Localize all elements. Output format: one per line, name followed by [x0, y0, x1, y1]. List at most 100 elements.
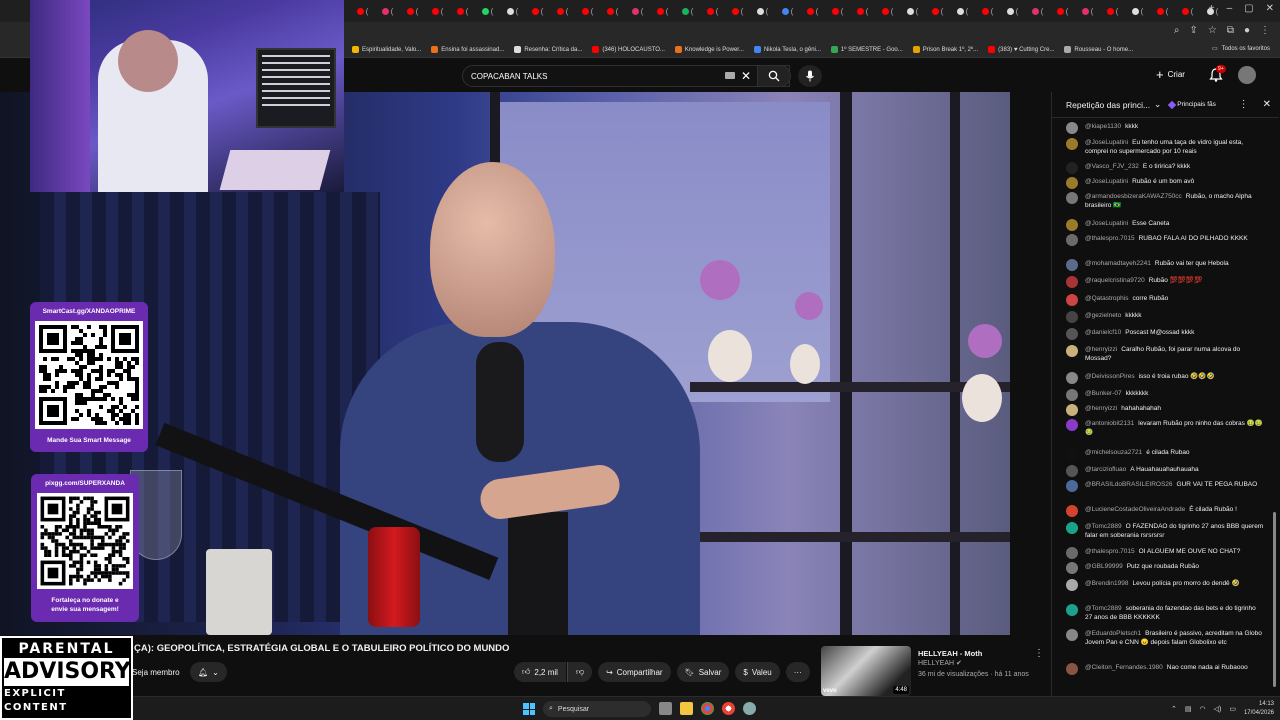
chat-mode-label[interactable]: Repetição das princi...: [1066, 100, 1150, 110]
chat-message[interactable]: @JoseLupatini Rubão é um bom avô: [1066, 177, 1264, 189]
chat-author[interactable]: @Cleiton_Fernandes.1980: [1085, 664, 1163, 671]
battery-icon[interactable]: ▭: [1229, 705, 1236, 713]
bookmark-item[interactable]: (383) ♥ Cutting Cre...: [988, 46, 1054, 53]
chat-avatar[interactable]: [1066, 404, 1078, 416]
share-icon[interactable]: ⇪: [1189, 25, 1197, 36]
chat-avatar[interactable]: [1066, 219, 1078, 231]
chat-avatar[interactable]: [1066, 480, 1078, 492]
keyboard-icon[interactable]: [725, 72, 735, 79]
browser-tab[interactable]: (: [825, 3, 850, 19]
browser-tab[interactable]: (: [725, 3, 750, 19]
chat-avatar[interactable]: [1066, 328, 1078, 340]
browser-tab[interactable]: (: [500, 3, 525, 19]
language-icon[interactable]: ▤: [1185, 705, 1192, 713]
chat-message[interactable]: @JoseLupatini Esse Caneta: [1066, 219, 1264, 231]
recommended-menu-icon[interactable]: ⋮: [1034, 648, 1044, 659]
chat-avatar[interactable]: [1066, 562, 1078, 574]
browser-tab[interactable]: (: [925, 3, 950, 19]
chat-avatar[interactable]: [1066, 372, 1078, 384]
bookmark-item[interactable]: Knowledge is Power...: [674, 46, 744, 53]
maximize-icon[interactable]: ▢: [1244, 3, 1253, 14]
chat-message[interactable]: @JoseLupatini Eu tenho uma taça de vidro …: [1066, 138, 1264, 156]
chat-avatar[interactable]: [1066, 629, 1078, 641]
chat-message[interactable]: @mohamadtayeh2241 Rubão vai ter que Hebol…: [1066, 259, 1264, 271]
browser-tab[interactable]: (: [575, 3, 600, 19]
browser-tab[interactable]: (: [800, 3, 825, 19]
chat-avatar[interactable]: [1066, 547, 1078, 559]
bookmark-item[interactable]: (346) HOLOCAUSTO...: [592, 46, 665, 53]
browser-tab[interactable]: (: [375, 3, 400, 19]
chat-author[interactable]: @Tomc2889: [1085, 523, 1122, 530]
chat-avatar[interactable]: [1066, 663, 1078, 675]
browser-tab[interactable]: (: [350, 3, 375, 19]
search-button[interactable]: [757, 65, 791, 87]
chat-author[interactable]: @JoseLupatini: [1085, 178, 1128, 185]
browser-tab[interactable]: (: [675, 3, 700, 19]
chat-message[interactable]: @Tomc2889 soberania do fazendao das bets …: [1066, 604, 1264, 622]
chat-message[interactable]: @BRASILdoBRASILEIROS26 GUR VAI TE PEGA RU…: [1066, 480, 1264, 492]
browser-tab[interactable]: (: [850, 3, 875, 19]
browser-tab[interactable]: (: [700, 3, 725, 19]
bookmark-item[interactable]: Ensina foi assassinad...: [431, 46, 504, 53]
clock[interactable]: 14:13 17/04/2026: [1244, 700, 1274, 718]
chat-avatar[interactable]: [1066, 505, 1078, 517]
chat-message[interactable]: @Brendin1998 Levou polícia pro morro do d…: [1066, 579, 1264, 591]
save-button[interactable]: 🔖︎ Salvar: [676, 662, 730, 682]
bookmark-item[interactable]: Rousseau - O home...: [1064, 46, 1133, 53]
browser-tab[interactable]: (: [1025, 3, 1050, 19]
chat-author[interactable]: @Tomc2889: [1085, 605, 1122, 612]
chat-avatar[interactable]: [1066, 389, 1078, 401]
bookmark-item[interactable]: 1º SEMESTRE - Goo...: [830, 46, 903, 53]
chat-author[interactable]: @henryizzi: [1085, 346, 1117, 353]
thanks-button[interactable]: $ Valeu: [735, 662, 780, 682]
minimize-icon[interactable]: –: [1227, 3, 1233, 14]
browser-tab[interactable]: (: [950, 3, 975, 19]
chat-scrollbar[interactable]: [1273, 512, 1276, 687]
chat-message[interactable]: @Tomc2889 O FAZENDAO do tigrinho 27 anos …: [1066, 522, 1264, 540]
bookmark-item[interactable]: Resenha: Crítica da...: [514, 46, 582, 53]
chat-message[interactable]: @henryizzi Caralho Rubão, foi parar numa …: [1066, 345, 1264, 363]
close-window-icon[interactable]: ✕: [1266, 3, 1274, 14]
windows-start-icon[interactable]: [523, 703, 535, 715]
bookmark-item[interactable]: Prison Break 1º, 2º...: [912, 46, 978, 53]
taskbar-search[interactable]: ⌕ Pesquisar: [543, 701, 651, 717]
chat-author[interactable]: @Bunker-07: [1085, 390, 1122, 397]
browser-tab[interactable]: (: [625, 3, 650, 19]
browser-tab[interactable]: (: [1175, 3, 1200, 19]
chat-author[interactable]: @LucieneCostadeOliveiraAndrade: [1085, 506, 1185, 513]
bookmark-star-icon[interactable]: ☆: [1208, 25, 1217, 36]
chat-author[interactable]: @mohamadtayeh2241: [1085, 260, 1151, 267]
search-input[interactable]: COPACABAN TALKS ✕: [462, 65, 790, 87]
chrome-icon[interactable]: [701, 702, 714, 715]
chrome-profile-icon[interactable]: [722, 702, 735, 715]
chat-author[interactable]: @EduardoPletsch1: [1085, 630, 1141, 637]
chat-message[interactable]: @EduardoPletsch1 Brasileiro é passivo, ac…: [1066, 629, 1264, 647]
account-avatar[interactable]: [1238, 66, 1256, 84]
chat-avatar[interactable]: [1066, 177, 1078, 189]
chat-avatar[interactable]: [1066, 419, 1078, 431]
chat-message[interactable]: @LucieneCostadeOliveiraAndrade É cilada R…: [1066, 505, 1264, 517]
chat-message[interactable]: @thalespro.7015 RUBAO FALA AI DO PILHADO …: [1066, 234, 1264, 246]
like-button[interactable]: 👍︎ 2,2 mil: [514, 662, 566, 682]
chat-author[interactable]: @Brendin1998: [1085, 580, 1128, 587]
all-favorites[interactable]: ▭ Todos os favoritos: [1212, 45, 1270, 53]
voice-search-button[interactable]: [798, 65, 822, 87]
chat-message[interactable]: @gezielneto kkkkk: [1066, 311, 1264, 323]
chat-avatar[interactable]: [1066, 234, 1078, 246]
new-tab-button[interactable]: +: [1209, 3, 1215, 14]
browser-menu-icon[interactable]: ⋮: [1260, 25, 1270, 36]
file-explorer-icon[interactable]: [680, 702, 693, 715]
create-button[interactable]: + Criar: [1156, 67, 1185, 82]
browser-tab[interactable]: (: [1150, 3, 1175, 19]
recommended-info[interactable]: HELLYEAH - Moth HELLYEAH ✔ 36 mi de visu…: [918, 648, 1038, 680]
browser-tab[interactable]: (: [475, 3, 500, 19]
task-view-icon[interactable]: [659, 702, 672, 715]
more-actions-button[interactable]: ···: [785, 662, 810, 682]
browser-tab[interactable]: (: [450, 3, 475, 19]
browser-tab[interactable]: (: [400, 3, 425, 19]
chat-avatar[interactable]: [1066, 448, 1078, 460]
close-chat-icon[interactable]: ✕: [1263, 99, 1271, 110]
chat-message[interactable]: @Cleiton_Fernandes.1980 Nao come nada ai …: [1066, 663, 1264, 675]
chat-message[interactable]: @raquelcristina9720 Rubão 💯💯💯💯: [1066, 276, 1264, 288]
join-button[interactable]: Seja membro: [132, 662, 180, 682]
